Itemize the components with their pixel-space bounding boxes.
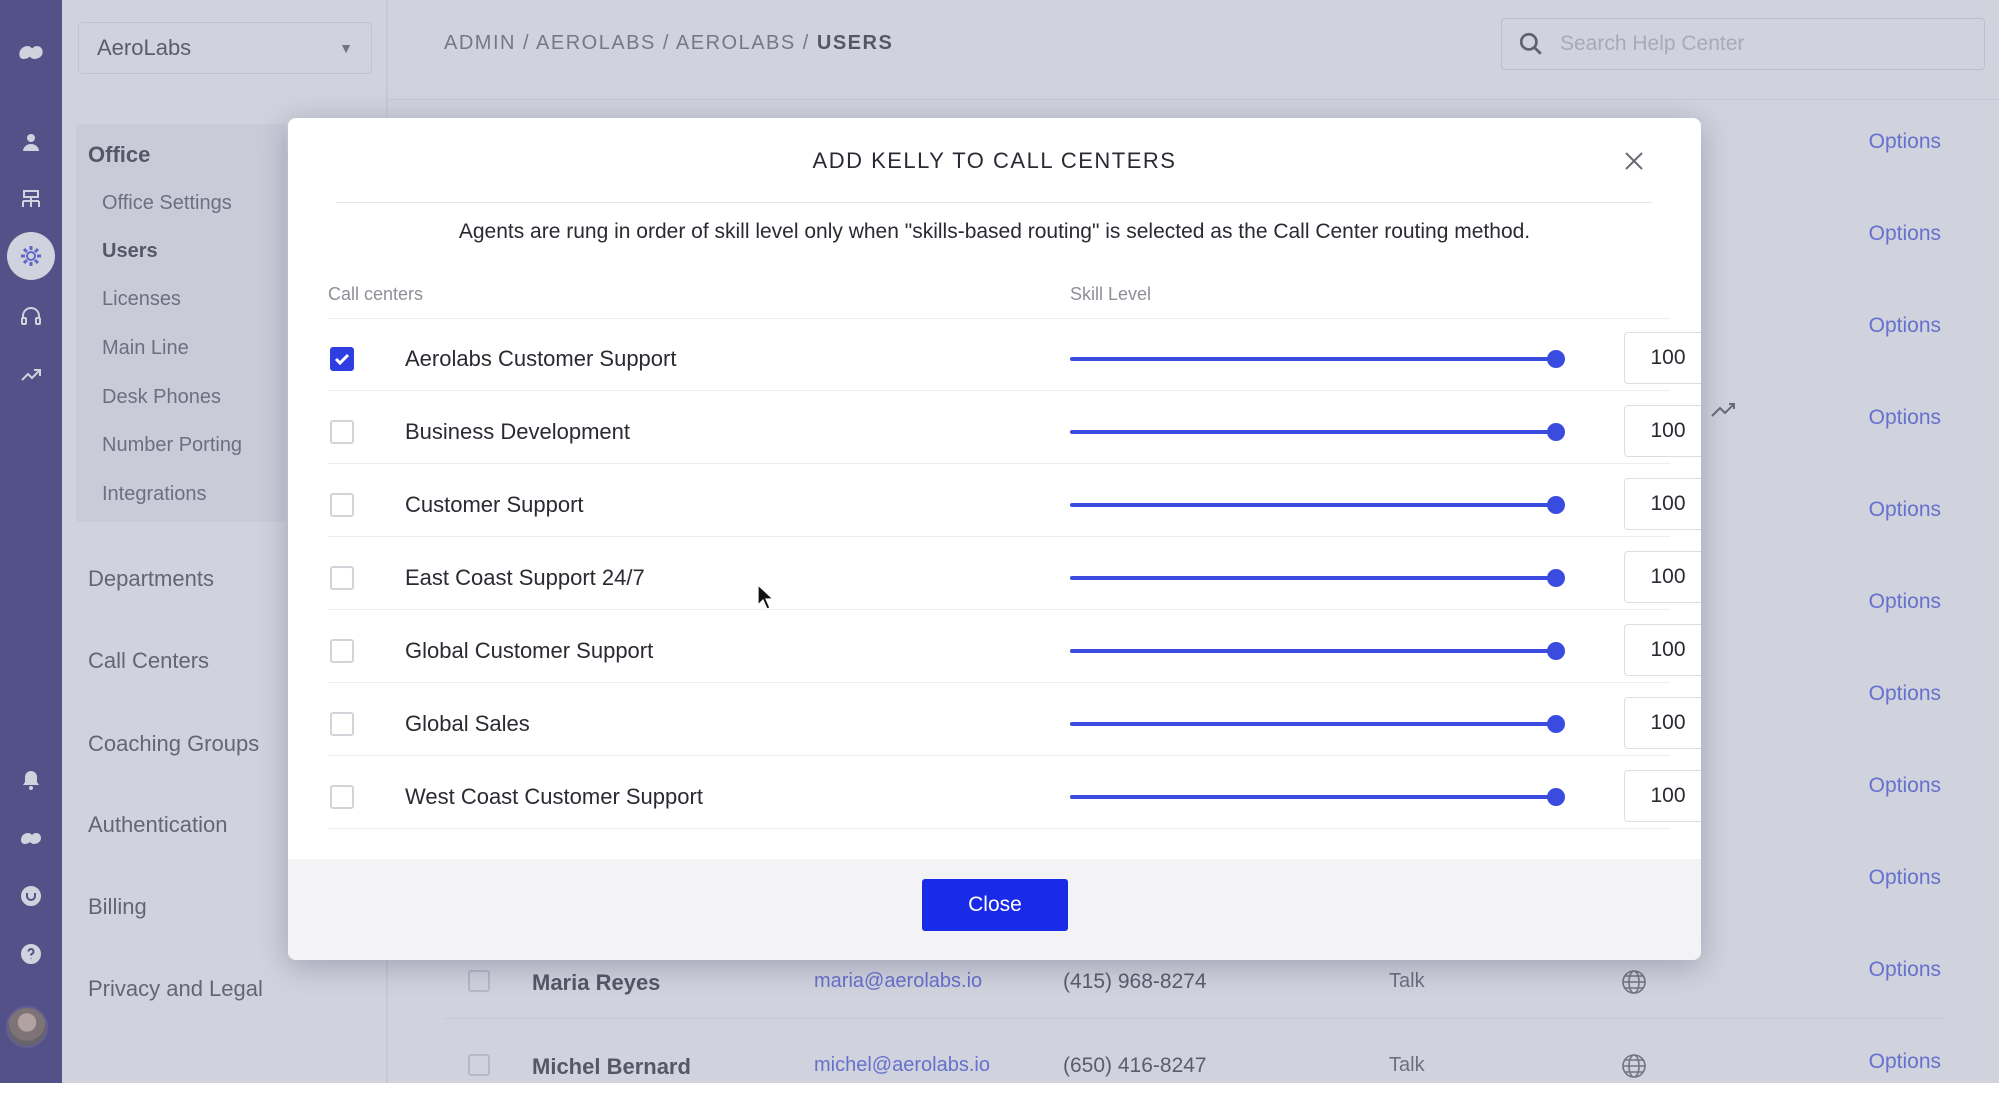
skill-slider-handle[interactable] bbox=[1547, 788, 1565, 806]
skill-level-field[interactable] bbox=[1624, 697, 1701, 749]
skill-slider-fill bbox=[1070, 795, 1556, 799]
call-center-checkbox[interactable] bbox=[330, 347, 354, 371]
skill-slider-handle[interactable] bbox=[1547, 423, 1565, 441]
col-header-skill-level: Skill Level bbox=[1070, 284, 1152, 304]
skill-level-field[interactable] bbox=[1624, 551, 1701, 603]
call-center-row[interactable]: Business Development bbox=[328, 403, 1701, 475]
skill-slider-fill bbox=[1070, 722, 1556, 726]
add-to-call-centers-modal: ADD KELLY TO CALL CENTERS Agents are run… bbox=[288, 118, 1701, 960]
call-center-row[interactable]: Global Customer Support bbox=[328, 622, 1701, 694]
routing-note: Agents are rung in order of skill level … bbox=[458, 220, 1531, 243]
row-divider bbox=[328, 609, 1670, 610]
call-center-row[interactable]: West Coast Customer Support bbox=[328, 768, 1701, 840]
call-center-row[interactable]: Aerolabs Customer Support bbox=[328, 330, 1701, 402]
skill-slider-handle[interactable] bbox=[1547, 496, 1565, 514]
call-center-checkbox[interactable] bbox=[330, 785, 354, 809]
mouse-cursor-icon bbox=[757, 583, 775, 615]
row-divider bbox=[328, 828, 1670, 829]
modal-title: ADD KELLY TO CALL CENTERS bbox=[812, 148, 1177, 173]
call-center-row[interactable]: Global Sales bbox=[328, 695, 1701, 767]
skill-slider[interactable] bbox=[1070, 496, 1565, 514]
skill-level-field[interactable] bbox=[1624, 332, 1701, 384]
skill-slider-handle[interactable] bbox=[1547, 569, 1565, 587]
app-root: AeroLabs ▼ Office Office Settings Users … bbox=[0, 0, 1999, 1083]
call-center-name: West Coast Customer Support bbox=[405, 784, 703, 809]
col-header-call-centers: Call centers bbox=[328, 284, 424, 304]
skill-level-input[interactable] bbox=[1628, 492, 1701, 516]
call-center-row[interactable]: Customer Support bbox=[328, 476, 1701, 548]
table-header-divider bbox=[328, 318, 1670, 319]
skill-slider-handle[interactable] bbox=[1547, 715, 1565, 733]
call-center-name: Customer Support bbox=[405, 492, 584, 517]
skill-slider[interactable] bbox=[1070, 715, 1565, 733]
call-center-name: East Coast Support 24/7 bbox=[405, 565, 645, 590]
skill-level-input[interactable] bbox=[1628, 784, 1701, 808]
row-divider bbox=[328, 536, 1670, 537]
skill-slider-handle[interactable] bbox=[1547, 350, 1565, 368]
row-divider bbox=[328, 390, 1670, 391]
skill-slider-handle[interactable] bbox=[1547, 642, 1565, 660]
skill-level-field[interactable] bbox=[1624, 624, 1701, 676]
call-center-checkbox[interactable] bbox=[330, 566, 354, 590]
skill-level-input[interactable] bbox=[1628, 638, 1701, 662]
skill-slider-fill bbox=[1070, 430, 1556, 434]
skill-slider-fill bbox=[1070, 649, 1556, 653]
skill-level-field[interactable] bbox=[1624, 405, 1701, 457]
call-center-row[interactable]: East Coast Support 24/7 bbox=[328, 549, 1701, 621]
skill-level-field[interactable] bbox=[1624, 770, 1701, 822]
skill-level-input[interactable] bbox=[1628, 711, 1701, 735]
skill-slider-fill bbox=[1070, 503, 1556, 507]
skill-slider[interactable] bbox=[1070, 569, 1565, 587]
skill-level-input[interactable] bbox=[1628, 565, 1701, 589]
skill-slider[interactable] bbox=[1070, 788, 1565, 806]
close-icon[interactable] bbox=[1619, 146, 1649, 176]
skill-slider-fill bbox=[1070, 576, 1556, 580]
call-center-checkbox[interactable] bbox=[330, 639, 354, 663]
call-center-checkbox[interactable] bbox=[330, 712, 354, 736]
call-center-checkbox[interactable] bbox=[330, 420, 354, 444]
skill-level-field[interactable] bbox=[1624, 478, 1701, 530]
skill-slider[interactable] bbox=[1070, 423, 1565, 441]
call-center-name: Global Customer Support bbox=[405, 638, 654, 663]
skill-slider-fill bbox=[1070, 357, 1556, 361]
call-center-checkbox[interactable] bbox=[330, 493, 354, 517]
call-center-name: Global Sales bbox=[405, 711, 530, 736]
checkmark-icon bbox=[334, 353, 350, 366]
modal-footer: Close bbox=[288, 859, 1701, 960]
row-divider bbox=[328, 755, 1670, 756]
skill-slider[interactable] bbox=[1070, 642, 1565, 660]
skill-level-input[interactable] bbox=[1628, 419, 1701, 443]
close-button[interactable]: Close bbox=[922, 879, 1068, 931]
modal-divider bbox=[336, 202, 1652, 203]
call-center-name: Aerolabs Customer Support bbox=[405, 346, 677, 371]
row-divider bbox=[328, 682, 1670, 683]
skill-level-input[interactable] bbox=[1628, 346, 1701, 370]
row-divider bbox=[328, 463, 1670, 464]
call-center-name: Business Development bbox=[405, 419, 631, 444]
skill-slider[interactable] bbox=[1070, 350, 1565, 368]
